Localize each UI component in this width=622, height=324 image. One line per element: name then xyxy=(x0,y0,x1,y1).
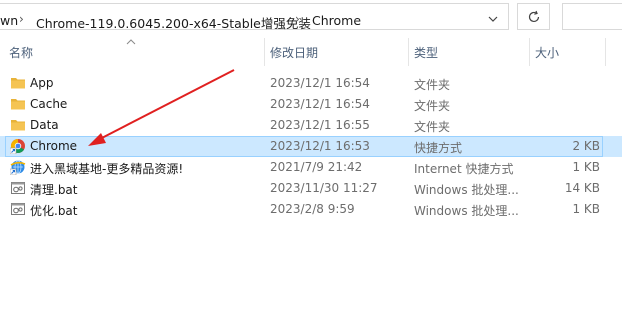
file-date: 2023/12/1 16:53 xyxy=(270,139,370,153)
chrome-shortcut-icon xyxy=(10,139,25,154)
address-bar-row: wn › Chrome-119.0.6045.200-x64-Stable增强免… xyxy=(0,0,622,36)
file-name: Data xyxy=(30,118,59,132)
breadcrumb-separator[interactable]: › xyxy=(19,12,24,26)
column-header-date[interactable]: 修改日期 xyxy=(270,44,318,61)
file-row-optimize-bat[interactable]: 优化.bat 2023/2/8 9:59 Windows 批处理... 1 KB xyxy=(0,199,622,220)
file-size: 14 KB xyxy=(564,181,600,195)
file-type: Windows 批处理... xyxy=(414,183,519,197)
sort-ascending-icon xyxy=(126,39,136,45)
file-name: 进入黑域基地-更多精品资源! xyxy=(30,162,184,176)
column-divider[interactable] xyxy=(605,38,606,66)
file-date: 2023/11/30 11:27 xyxy=(270,181,378,195)
file-row-cache[interactable]: Cache 2023/12/1 16:54 文件夹 xyxy=(0,94,622,115)
breadcrumb-partial[interactable]: wn xyxy=(0,13,18,28)
file-date: 2023/12/1 16:54 xyxy=(270,97,370,111)
refresh-button[interactable] xyxy=(517,3,550,30)
refresh-icon xyxy=(528,10,540,23)
chevron-down-icon[interactable] xyxy=(484,11,502,27)
file-date: 2023/12/1 16:55 xyxy=(270,118,370,132)
batch-file-icon xyxy=(11,182,25,194)
file-name: 优化.bat xyxy=(30,204,78,218)
file-date: 2021/7/9 21:42 xyxy=(270,160,363,174)
folder-icon xyxy=(11,78,25,89)
file-type: 快捷方式 xyxy=(414,141,463,155)
file-size: 1 KB xyxy=(572,202,600,216)
breadcrumb-folder[interactable]: Chrome-119.0.6045.200-x64-Stable增强免装 xyxy=(36,13,311,32)
search-input[interactable] xyxy=(562,3,622,30)
column-divider[interactable] xyxy=(408,38,409,66)
column-header-size[interactable]: 大小 xyxy=(535,44,559,61)
breadcrumb-separator[interactable]: › xyxy=(295,12,300,26)
file-type: Windows 批处理... xyxy=(414,204,519,218)
column-header-type[interactable]: 类型 xyxy=(414,44,438,61)
file-row-app[interactable]: App 2023/12/1 16:54 文件夹 xyxy=(0,73,622,94)
column-header-row: 名称 修改日期 类型 大小 xyxy=(0,38,622,66)
folder-icon xyxy=(11,99,25,110)
file-name: App xyxy=(30,76,54,90)
file-name: Chrome xyxy=(30,139,78,153)
file-size: 2 KB xyxy=(572,139,600,153)
file-row-data[interactable]: Data 2023/12/1 16:55 文件夹 xyxy=(0,115,622,136)
internet-shortcut-icon xyxy=(10,160,26,175)
file-row-chrome[interactable]: Chrome 2023/12/1 16:53 快捷方式 2 KB xyxy=(0,136,622,157)
column-divider[interactable] xyxy=(529,38,530,66)
folder-icon xyxy=(11,120,25,131)
file-date: 2023/12/1 16:54 xyxy=(270,76,370,90)
file-name: Cache xyxy=(30,97,68,111)
file-date: 2023/2/8 9:59 xyxy=(270,202,355,216)
batch-file-icon xyxy=(11,203,25,215)
column-header-name[interactable]: 名称 xyxy=(9,44,33,61)
file-row-cleanup-bat[interactable]: 清理.bat 2023/11/30 11:27 Windows 批处理... 1… xyxy=(0,178,622,199)
file-type: 文件夹 xyxy=(414,99,451,113)
file-name: 清理.bat xyxy=(30,183,78,197)
breadcrumb-current[interactable]: Chrome xyxy=(312,13,361,28)
file-type: 文件夹 xyxy=(414,78,451,92)
column-divider[interactable] xyxy=(264,38,265,66)
file-type: Internet 快捷方式 xyxy=(414,162,514,176)
file-type: 文件夹 xyxy=(414,120,451,134)
file-row-internet-shortcut[interactable]: 进入黑域基地-更多精品资源! 2021/7/9 21:42 Internet 快… xyxy=(0,157,622,178)
file-size: 1 KB xyxy=(572,160,600,174)
address-bar[interactable]: wn › Chrome-119.0.6045.200-x64-Stable增强免… xyxy=(0,3,509,32)
